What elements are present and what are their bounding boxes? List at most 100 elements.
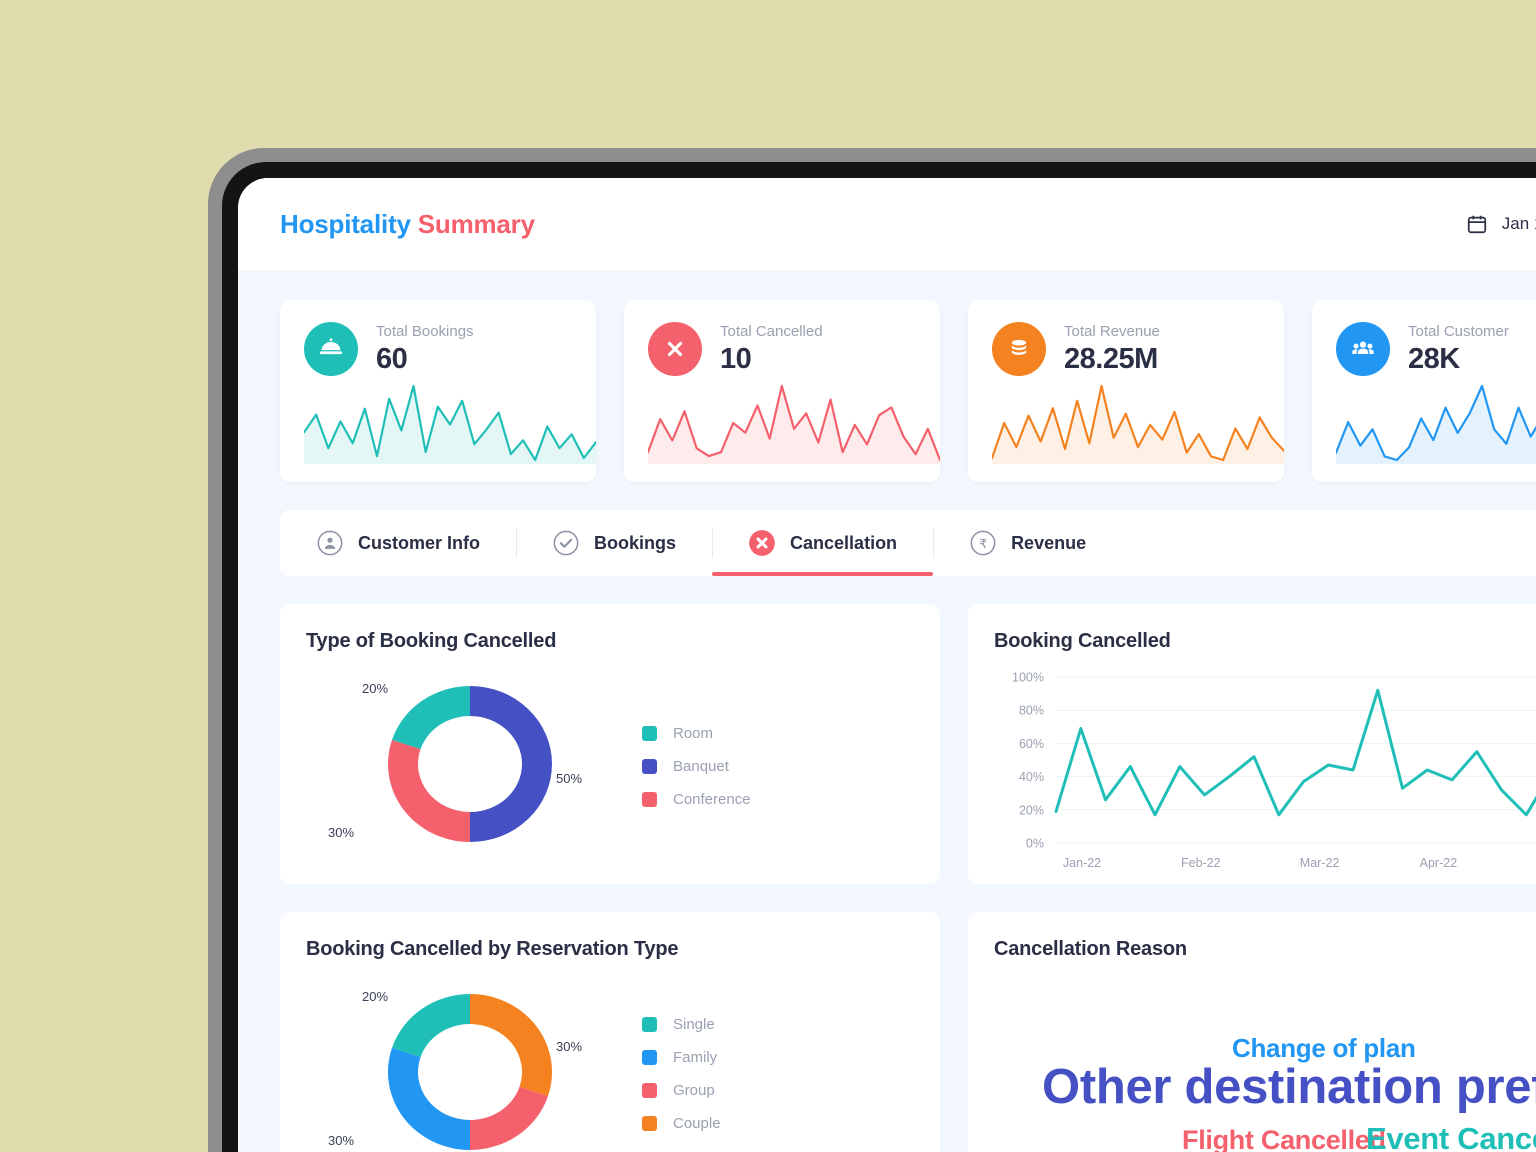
tab-label: Bookings: [594, 532, 677, 553]
page-title-secondary: Summary: [417, 208, 535, 239]
rupee-circle-icon: ₹: [969, 529, 997, 557]
donut-chart-type-of-booking[interactable]: 20% 50% 30%: [306, 661, 606, 871]
kpi-header: Total Customer 28K: [1312, 300, 1536, 376]
legend-type-of-booking: Room Banquet Conference: [642, 717, 751, 816]
room-service-bell-icon: [304, 322, 358, 376]
legend-swatch: [642, 725, 657, 741]
dashboard-screen: Hospitality Summary Jan 1, 2022 - Dec: [238, 178, 1536, 1152]
legend-swatch: [642, 1083, 657, 1098]
panel-title: Booking Cancelled by Reservation Type: [306, 938, 679, 960]
legend-swatch: [642, 791, 657, 807]
legend-label: Room: [673, 724, 714, 742]
svg-text:Apr-22: Apr-22: [1420, 856, 1458, 870]
donut-label-banquet: 50%: [556, 771, 583, 786]
legend-item[interactable]: Family: [642, 1041, 721, 1074]
tab-label: Customer Info: [358, 532, 481, 553]
people-group-icon: [1336, 322, 1390, 376]
kpi-header: Total Revenue 28.25M: [968, 300, 1284, 376]
kpi-text: Total Customer 28K: [1408, 323, 1509, 376]
kpi-card-total-bookings[interactable]: Total Bookings 60: [280, 300, 596, 482]
panel-cancellation-reason: Cancellation Reason Change of plan Other…: [968, 912, 1536, 1152]
legend-swatch: [642, 1017, 657, 1032]
calendar-icon: [1466, 213, 1488, 235]
kpi-label: Total Cancelled: [720, 322, 823, 340]
panel-booking-cancelled: Booking Cancelled 0% 20% 40% 60% 80% 100% Jan-…: [968, 604, 1536, 884]
wordcloud-cancellation-reason[interactable]: Change of plan Other destination preferr…: [994, 971, 1536, 1152]
wordcloud-word[interactable]: Flight Cancelled: [1182, 1125, 1386, 1152]
kpi-text: Total Revenue 28.25M: [1064, 323, 1160, 376]
donut-chart-reservation-type[interactable]: 20% 30% 20% 30%: [306, 969, 606, 1152]
tablet-device-frame: Hospitality Summary Jan 1, 2022 - Dec: [208, 148, 1536, 1152]
kpi-value: 28K: [1408, 342, 1460, 375]
close-circle-icon: [648, 322, 702, 376]
panel-row-1: Type of Booking Cancelled 20% 50% 30% Ro…: [280, 604, 1536, 884]
kpi-value: 28.25M: [1064, 342, 1158, 375]
sparkline-chart: [992, 382, 1284, 464]
svg-text:40%: 40%: [1019, 770, 1044, 784]
coins-stack-icon: [992, 322, 1046, 376]
date-range-label: Jan 1, 2022 - Dec: [1501, 214, 1536, 233]
legend-label: Family: [673, 1049, 718, 1066]
svg-text:₹: ₹: [979, 537, 987, 551]
tab-bookings[interactable]: Bookings: [516, 510, 712, 576]
legend-swatch: [642, 758, 657, 774]
legend-label: Group: [673, 1082, 715, 1099]
tab-cancellation[interactable]: Cancellation: [712, 510, 934, 576]
device-bezel: Hospitality Summary Jan 1, 2022 - Dec: [222, 162, 1536, 1152]
legend-label: Couple: [673, 1115, 721, 1132]
legend-reservation-type: Single Family Group Couple: [642, 1008, 721, 1140]
svg-text:20%: 20%: [1019, 803, 1044, 817]
tab-label: Cancellation: [790, 532, 898, 553]
kpi-text: Total Bookings 60: [376, 323, 474, 376]
svg-text:Mar-22: Mar-22: [1300, 856, 1340, 870]
donut-svg: [388, 994, 552, 1150]
date-range-picker[interactable]: Jan 1, 2022 - Dec: [1466, 213, 1536, 235]
kpi-card-total-cancelled[interactable]: Total Cancelled 10: [624, 300, 940, 482]
legend-item[interactable]: Group: [642, 1074, 721, 1107]
kpi-card-row: Total Bookings 60 Total Cancelled 10 Tot…: [238, 270, 1536, 482]
donut-label-room: 20%: [362, 681, 389, 696]
dashboard-content: Type of Booking Cancelled 20% 50% 30% Ro…: [238, 576, 1536, 1152]
svg-text:Jan-22: Jan-22: [1063, 856, 1101, 870]
kpi-card-total-revenue[interactable]: Total Revenue 28.25M: [968, 300, 1284, 482]
donut-label-couple: 30%: [556, 1039, 583, 1054]
tab-customer-info[interactable]: Customer Info: [280, 510, 516, 576]
kpi-label: Total Bookings: [376, 322, 474, 340]
legend-label: Single: [673, 1016, 715, 1033]
kpi-value: 10: [720, 342, 752, 375]
legend-item[interactable]: Room: [642, 717, 751, 750]
kpi-header: Total Bookings 60: [280, 300, 596, 376]
tab-label: Revenue: [1011, 532, 1087, 553]
line-chart-booking-cancelled[interactable]: 0% 20% 40% 60% 80% 100% Jan-22 Feb-22 Mar-22 Apr-…: [994, 667, 1536, 877]
person-circle-icon: [316, 529, 344, 557]
panel-row-2: Booking Cancelled by Reservation Type 20…: [280, 912, 1536, 1152]
wordcloud-word[interactable]: Event Cancelled: [1366, 1121, 1536, 1152]
legend-label: Banquet: [673, 757, 729, 775]
sparkline-chart: [304, 382, 596, 464]
svg-text:80%: 80%: [1019, 704, 1044, 718]
svg-text:0%: 0%: [1026, 837, 1044, 851]
sparkline-chart: [648, 382, 940, 464]
legend-item[interactable]: Banquet: [642, 750, 751, 783]
legend-item[interactable]: Couple: [642, 1107, 721, 1140]
kpi-label: Total Customer: [1408, 322, 1509, 340]
donut-label-family: 30%: [328, 1133, 355, 1148]
legend-swatch: [642, 1050, 657, 1065]
svg-text:60%: 60%: [1019, 737, 1044, 751]
kpi-header: Total Cancelled 10: [624, 300, 940, 376]
legend-item[interactable]: Single: [642, 1008, 721, 1041]
tab-revenue[interactable]: ₹ Revenue: [933, 510, 1122, 576]
svg-text:100%: 100%: [1012, 671, 1044, 685]
wordcloud-word[interactable]: Other destination preferred: [1042, 1059, 1536, 1115]
panel-title: Cancellation Reason: [994, 938, 1187, 960]
donut-label-conference: 30%: [328, 825, 355, 840]
kpi-card-total-customer[interactable]: Total Customer 28K: [1312, 300, 1536, 482]
legend-item[interactable]: Conference: [642, 783, 751, 816]
close-circle-filled-icon: [748, 529, 776, 557]
legend-swatch: [642, 1116, 657, 1131]
panel-type-of-booking-cancelled: Type of Booking Cancelled 20% 50% 30% Ro…: [280, 604, 940, 884]
app-header: Hospitality Summary Jan 1, 2022 - Dec: [238, 178, 1536, 270]
donut-chart-container: 20% 50% 30% Room Banquet Conference: [306, 661, 940, 871]
check-circle-icon: [552, 529, 580, 557]
page-title: Hospitality Summary: [280, 209, 535, 240]
